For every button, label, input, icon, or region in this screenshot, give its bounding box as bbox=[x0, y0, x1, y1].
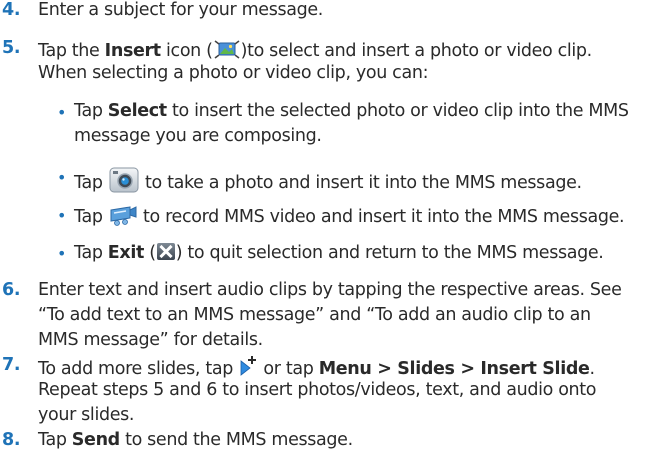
step-number: 4. bbox=[2, 0, 21, 20]
bold-term: Menu > Slides > Insert Slide bbox=[318, 359, 590, 379]
bold-term: Exit bbox=[107, 243, 145, 263]
text-run: To add more slides, tap bbox=[38, 359, 239, 379]
step-text-line: When selecting a photo or video clip, yo… bbox=[38, 63, 429, 83]
step-text: Enter a subject for your message. bbox=[38, 0, 324, 20]
text-run: icon ( bbox=[160, 41, 213, 61]
step-text-line: Repeat steps 5 and 6 to insert photos/vi… bbox=[38, 380, 597, 400]
step-text-line: Tap Send to send the MMS message. bbox=[38, 430, 353, 450]
text-run: to take a photo and insert it into the M… bbox=[139, 173, 582, 193]
bold-term: Insert bbox=[104, 41, 162, 61]
text-run: ) to quit selection and return to the MM… bbox=[175, 243, 604, 263]
bullet-text-line: Tap Select to insert the selected photo … bbox=[74, 101, 629, 121]
step-text-line: your slides. bbox=[38, 405, 135, 425]
insert-media-icon bbox=[213, 38, 241, 65]
text-run: Tap bbox=[74, 101, 108, 121]
text-run: to insert the selected photo or video cl… bbox=[166, 101, 629, 121]
text-run: or tap bbox=[258, 359, 319, 379]
text-run: Tap the bbox=[38, 41, 105, 61]
bold-term: Send bbox=[71, 430, 120, 450]
bullet-text-line: Tap to take a photo and insert it into t… bbox=[74, 166, 582, 199]
bullet: • bbox=[57, 206, 67, 225]
exit-x-icon bbox=[156, 242, 176, 266]
bold-term: Select bbox=[107, 101, 167, 121]
bullet-text-line: Tap to record MMS video and insert it in… bbox=[74, 204, 625, 231]
text-run: Tap bbox=[74, 173, 108, 193]
text-run: Tap bbox=[74, 207, 108, 227]
text-run: to record MMS video and insert it into t… bbox=[137, 207, 625, 227]
step-text-line: Tap the Insert icon ( )to select and ins… bbox=[38, 38, 592, 65]
text-run: ( bbox=[144, 243, 156, 263]
add-slide-icon bbox=[238, 355, 258, 382]
camera-icon bbox=[108, 166, 140, 199]
text-run: to send the MMS message. bbox=[119, 430, 353, 450]
bullet: • bbox=[57, 103, 67, 122]
step-number: 7. bbox=[2, 355, 21, 375]
step-text-line: MMS message” for details. bbox=[38, 330, 263, 350]
bullet: • bbox=[57, 168, 67, 187]
step-text-line: Enter text and insert audio clips by tap… bbox=[38, 280, 622, 300]
video-camera-icon bbox=[108, 204, 138, 231]
text-run: )to select and insert a photo or video c… bbox=[240, 41, 593, 61]
step-text-line: To add more slides, tap or tap Menu > Sl… bbox=[38, 355, 595, 382]
step-number: 5. bbox=[2, 38, 21, 58]
bullet-text-line: Tap Exit ( ) to quit selection and retur… bbox=[74, 242, 604, 266]
step-number: 8. bbox=[2, 430, 21, 450]
step-number: 6. bbox=[2, 280, 21, 300]
step-text-line: “To add text to an MMS message” and “To … bbox=[38, 305, 591, 325]
bullet-text-line: message you are composing. bbox=[74, 126, 322, 146]
text-run: Tap bbox=[38, 430, 72, 450]
bullet: • bbox=[57, 244, 67, 263]
text-run: . bbox=[589, 359, 596, 379]
text-run: Tap bbox=[74, 243, 108, 263]
